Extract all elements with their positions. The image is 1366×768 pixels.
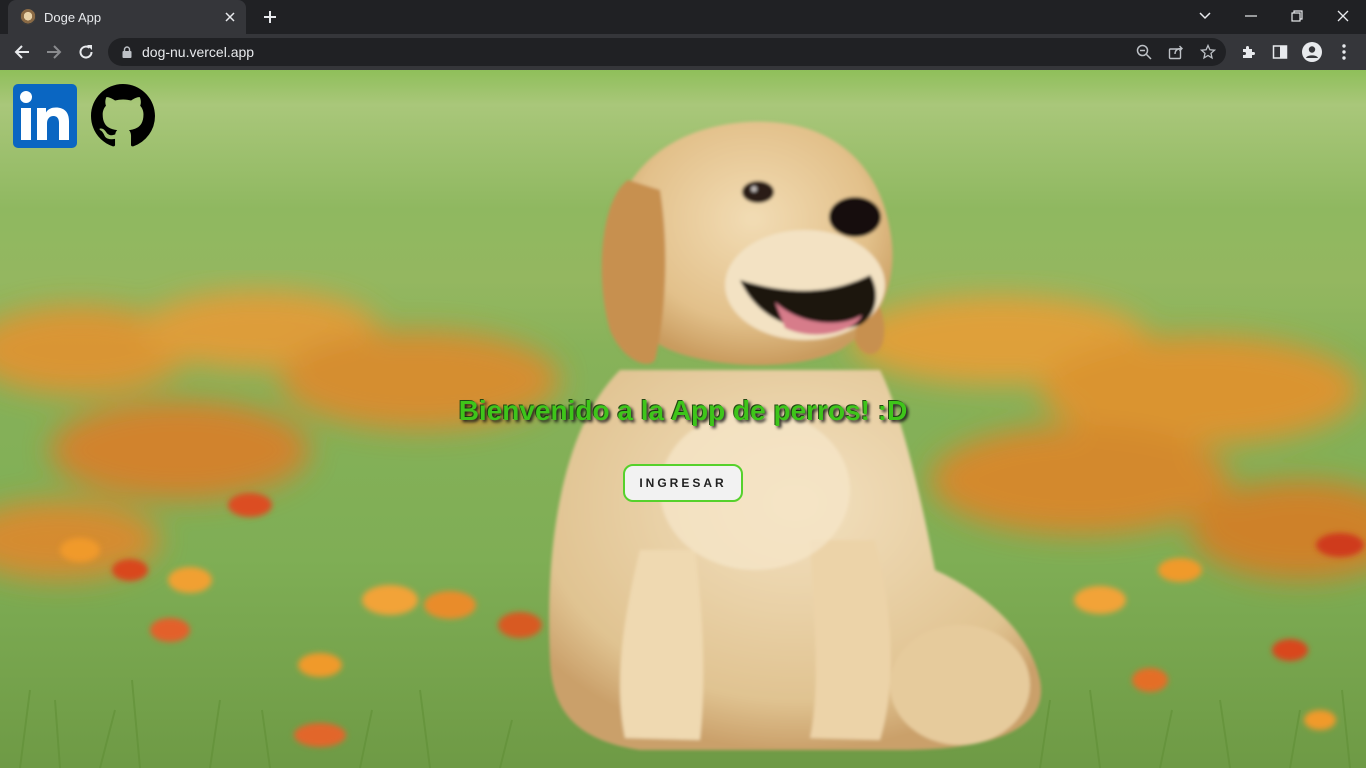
forward-icon[interactable]: [40, 38, 68, 66]
linkedin-link[interactable]: [13, 84, 77, 148]
side-panel-icon[interactable]: [1266, 38, 1294, 66]
url-text[interactable]: dog-nu.vercel.app: [142, 44, 254, 60]
close-tab-icon[interactable]: [220, 7, 240, 27]
close-window-icon[interactable]: [1320, 0, 1366, 32]
back-icon[interactable]: [8, 38, 36, 66]
welcome-heading: Bienvenido a la App de perros! :D: [458, 395, 908, 426]
github-icon: [91, 84, 155, 147]
favicon-icon: [20, 9, 36, 25]
restore-icon[interactable]: [1274, 0, 1320, 32]
address-bar[interactable]: dog-nu.vercel.app: [108, 38, 1226, 66]
new-tab-icon[interactable]: [258, 6, 282, 28]
profile-icon[interactable]: [1298, 38, 1326, 66]
linkedin-icon: [13, 84, 77, 148]
browser-tab[interactable]: Doge App: [8, 0, 246, 34]
share-icon[interactable]: [1164, 40, 1188, 64]
tab-strip: Doge App: [0, 0, 1366, 34]
lock-icon[interactable]: [120, 45, 134, 59]
tab-search-icon[interactable]: [1182, 0, 1228, 32]
zoom-icon[interactable]: [1132, 40, 1156, 64]
page-viewport: Bienvenido a la App de perros! :D INGRES…: [0, 70, 1366, 768]
tab-title: Doge App: [44, 9, 102, 25]
github-link[interactable]: [91, 84, 155, 148]
extensions-icon[interactable]: [1234, 38, 1262, 66]
menu-icon[interactable]: [1330, 38, 1358, 66]
reload-icon[interactable]: [72, 38, 100, 66]
minimize-icon[interactable]: [1228, 0, 1274, 32]
browser-toolbar: dog-nu.vercel.app: [0, 34, 1366, 70]
ingresar-button[interactable]: INGRESAR: [623, 464, 743, 502]
bookmark-star-icon[interactable]: [1196, 40, 1220, 64]
